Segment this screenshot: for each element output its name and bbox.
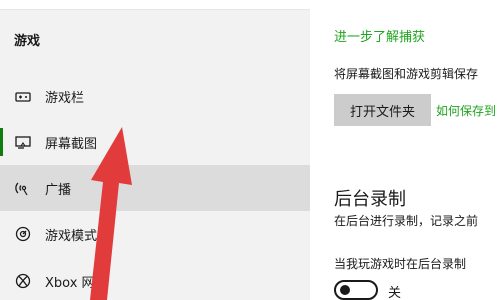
background-recording-description: 在后台进行录制，记录之前: [334, 214, 479, 228]
sidebar-item-game-bar[interactable]: 游戏栏: [0, 73, 310, 119]
sidebar-item-label: 屏幕截图: [45, 136, 98, 152]
background-recording-title: 后台录制: [334, 189, 406, 210]
game-bar-icon: [14, 87, 32, 105]
sidebar-item-xbox-network[interactable]: Xbox 网络: [0, 258, 310, 300]
learn-more-link[interactable]: 进一步了解捕获: [334, 26, 425, 45]
sidebar-section-title: 游戏: [14, 34, 41, 49]
game-mode-icon: [14, 225, 32, 243]
sidebar-item-broadcast[interactable]: 广播: [0, 165, 310, 211]
sidebar-item-label: 广播: [45, 182, 72, 198]
open-folder-button[interactable]: 打开文件夹: [334, 94, 431, 126]
main-content: 进一步了解捕获 将屏幕截图和游戏剪辑保存 打开文件夹 如何保存到 后台录制 在后…: [310, 0, 500, 300]
sidebar-item-label: 游戏模式: [45, 228, 98, 244]
background-record-toggle-label: 当我玩游戏时在后台录制: [334, 257, 467, 271]
sidebar-top-edge: [0, 0, 310, 10]
broadcast-icon: [14, 179, 32, 197]
sidebar: 游戏 游戏栏 屏幕截图 广播 游戏模式 Xbox 网络: [0, 0, 310, 300]
toggle-state-text: 关: [388, 286, 402, 300]
sidebar-item-game-mode[interactable]: 游戏模式: [0, 211, 310, 257]
background-record-toggle[interactable]: [334, 280, 378, 300]
settings-window: 游戏 游戏栏 屏幕截图 广播 游戏模式 Xbox 网络 进一步了解捕获 将屏幕截…: [0, 0, 500, 300]
captures-icon: [14, 133, 32, 151]
xbox-icon: [14, 272, 32, 290]
sidebar-item-label: 游戏栏: [45, 90, 85, 106]
toggle-knob: [340, 285, 350, 295]
sidebar-item-captures[interactable]: 屏幕截图: [0, 119, 310, 165]
save-location-description: 将屏幕截图和游戏剪辑保存: [334, 67, 479, 81]
save-location-link[interactable]: 如何保存到: [436, 102, 496, 119]
sidebar-item-label: Xbox 网络: [45, 275, 108, 291]
selected-indicator: [0, 128, 3, 156]
